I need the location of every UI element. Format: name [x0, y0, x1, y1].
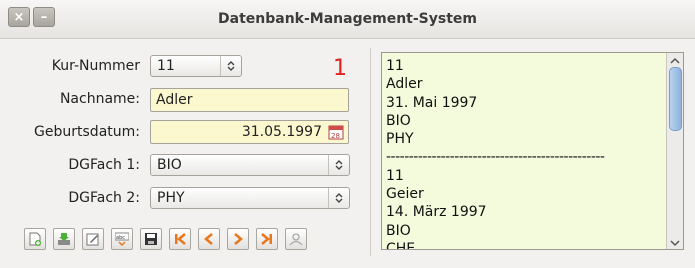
output-line: 31. Mai 1997 [386, 94, 478, 111]
edit-button[interactable] [82, 228, 104, 250]
kurs-spinner[interactable]: 11 [150, 55, 242, 77]
user-icon [289, 233, 303, 246]
nachname-value: Adler [156, 92, 193, 108]
first-record-icon [175, 233, 186, 245]
app-window: × – Datenbank-Management-System Kur-Numm… [0, 0, 695, 268]
svg-text:28: 28 [331, 132, 340, 140]
output-line: 14. März 1997 [386, 204, 487, 221]
dgfach2-select[interactable]: PHY [150, 187, 350, 209]
title-bar: × – Datenbank-Management-System [0, 0, 695, 39]
window-title: Datenbank-Management-System [218, 11, 477, 27]
calendar-icon[interactable]: 28 [328, 124, 344, 144]
output-line: 11 [386, 167, 404, 184]
geburtsdatum-input[interactable]: 31.05.1997 28 [150, 120, 349, 144]
records-output-textarea[interactable]: 11 Adler 31. Mai 1997 BIO PHY ---------------… [381, 52, 684, 250]
output-line: 11 [386, 58, 404, 74]
first-record-button[interactable] [169, 228, 191, 250]
output-lines: 11 Adler 31. Mai 1997 BIO PHY ---------------… [386, 57, 664, 250]
user-button[interactable] [285, 228, 307, 250]
svg-text:abc: abc [116, 235, 125, 241]
output-line: BIO [386, 222, 411, 239]
dgfach1-select[interactable]: BIO [150, 154, 350, 176]
save-icon [145, 233, 157, 245]
last-record-icon [261, 233, 272, 245]
edit-icon [86, 233, 99, 246]
kurs-value: 11 [157, 58, 175, 74]
dgfach1-label: DGFach 1: [68, 157, 140, 173]
scroll-up-arrow-icon[interactable] [667, 53, 683, 67]
record-counter: 1 [333, 56, 347, 81]
geburtsdatum-label: Geburtsdatum: [34, 124, 140, 140]
new-record-icon [29, 232, 41, 246]
import-icon [58, 233, 70, 245]
last-record-button[interactable] [256, 228, 278, 250]
spellcheck-button[interactable]: abc [111, 228, 133, 250]
kurs-label: Kur-Nummer [51, 58, 140, 74]
dgfach2-label: DGFach 2: [68, 190, 140, 206]
geburtsdatum-value: 31.05.1997 [241, 124, 322, 140]
import-button[interactable] [53, 228, 75, 250]
dropdown-arrows-icon [328, 188, 349, 208]
output-line: CHE [386, 240, 416, 250]
previous-record-icon [204, 233, 213, 245]
output-line: PHY [386, 131, 414, 148]
spellcheck-icon: abc [115, 232, 129, 246]
spinner-arrows-icon[interactable] [220, 56, 241, 76]
output-line: BIO [386, 112, 411, 129]
vertical-scrollbar[interactable] [666, 53, 683, 249]
output-line: Geier [386, 186, 424, 203]
dgfach1-value: BIO [157, 157, 182, 173]
new-record-button[interactable] [24, 228, 46, 250]
previous-record-button[interactable] [198, 228, 220, 250]
dgfach2-value: PHY [157, 190, 185, 206]
dropdown-arrows-icon [328, 155, 349, 175]
next-record-button[interactable] [227, 228, 249, 250]
nachname-input[interactable]: Adler [150, 88, 349, 112]
nachname-label: Nachname: [59, 91, 140, 107]
output-line: ----------------------------------------… [386, 149, 605, 166]
panel-divider [370, 48, 371, 256]
save-button[interactable] [140, 228, 162, 250]
scroll-down-arrow-icon[interactable] [667, 235, 683, 249]
scrollbar-thumb[interactable] [669, 67, 682, 131]
output-line: Adler [386, 76, 423, 93]
next-record-icon [234, 233, 243, 245]
